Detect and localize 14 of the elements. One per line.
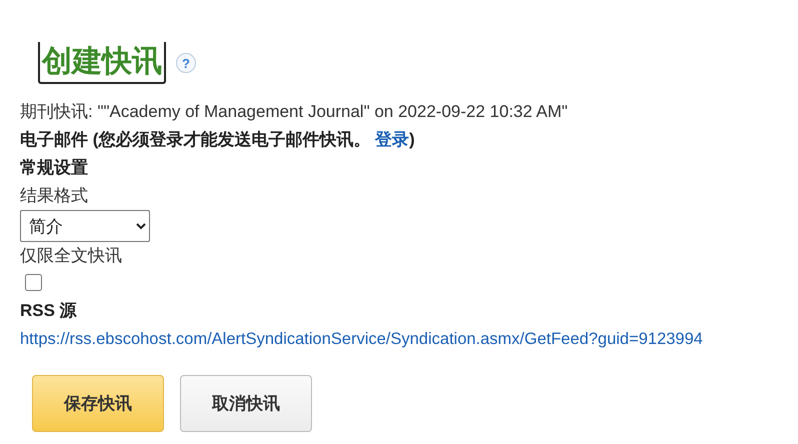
section-heading: RSS 源 [20, 300, 78, 322]
field-label: 仅限全文快讯 [20, 245, 123, 267]
rss-url-link[interactable]: https://rss.ebscohost.com/AlertSyndicationService/Syndication.asmx/GetFeed?guid=9123994 [20, 330, 703, 348]
journal-alert-text: 期刊快讯: ""Academy of Management Journal" on 2022-09-22 10:32 AM" [20, 101, 569, 123]
cancel-button[interactable]: 取消快讯 [180, 375, 312, 432]
section-heading: 常规设置 [20, 157, 89, 179]
fulltext-checkbox[interactable] [25, 274, 42, 291]
page-title: 创建快讯 [38, 42, 166, 84]
login-link[interactable]: 登录 [375, 130, 410, 149]
format-dropdown[interactable]: 简介 [20, 210, 150, 242]
field-label: 结果格式 [20, 185, 89, 207]
save-button[interactable]: 保存快讯 [32, 375, 164, 432]
email-notice: 电子邮件 (您必须登录才能发送电子邮件快讯。 登录) [20, 129, 416, 151]
help-icon[interactable]: ? [176, 53, 196, 73]
